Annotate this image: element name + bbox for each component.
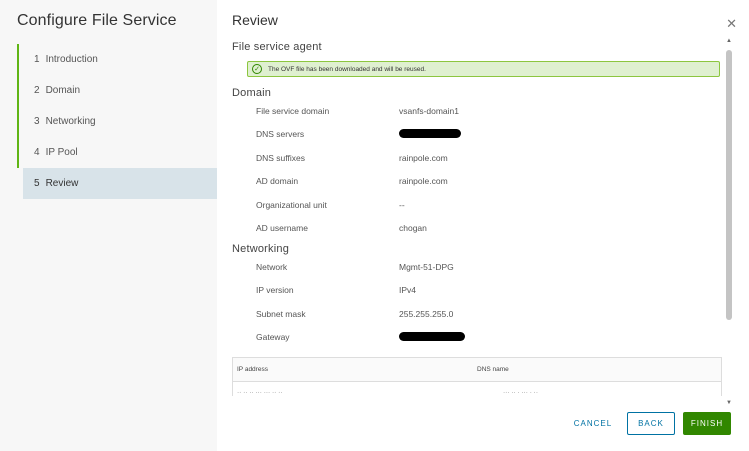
redacted-value [399,331,465,343]
back-button[interactable]: BACK [627,412,675,435]
detail-value: IPv4 [399,285,417,296]
detail-row: Network Mgmt-51-DPG [232,255,722,279]
detail-label: Gateway [256,332,290,343]
alert-text: The OVF file has been downloaded and wil… [268,65,426,73]
review-panel: Review ✕ File service agent ✓ The OVF fi… [217,0,749,451]
step-number: 2 [34,85,40,96]
step-label: Networking [45,116,96,127]
column-header-dns-name[interactable]: DNS name [477,366,509,373]
detail-row: Organizational unit -- [232,193,722,217]
scroll-down-icon[interactable]: ▼ [725,400,733,406]
redacted-value [399,128,461,140]
review-content[interactable]: File service agent ✓ The OVF file has be… [232,38,722,406]
detail-value: rainpole.com [399,176,448,187]
step-review[interactable]: 5 Review [23,168,217,199]
detail-label: Organizational unit [256,199,327,210]
detail-row: DNS suffixes rainpole.com [232,146,722,170]
vertical-scrollbar[interactable]: ▲ ▼ [725,38,733,406]
detail-row: IP version IPv4 [232,279,722,303]
finish-button[interactable]: FINISH [683,412,731,435]
section-heading-agent: File service agent [232,41,322,53]
table-row: ·· ·· ·· ··· ··· ·· ·· ··· ·· · ··· · ·· [233,382,721,396]
detail-value: Mgmt-51-DPG [399,261,454,272]
ip-pool-table: IP address DNS name ·· ·· ·· ··· ··· ·· … [232,357,722,396]
table-cell-cutoff: ··· ·· · ··· · ·· [503,389,539,396]
step-number: 1 [34,54,40,65]
detail-value: 255.255.255.0 [399,308,454,319]
wizard-sidebar: Configure File Service 1 Introduction 2 … [0,0,217,451]
detail-value: rainpole.com [399,152,448,163]
detail-label: IP version [256,285,294,296]
detail-row: DNS servers [232,123,722,147]
scrollbar-thumb[interactable] [726,50,732,320]
step-domain[interactable]: 2 Domain [17,75,217,106]
detail-label: AD domain [256,176,299,187]
step-label: Introduction [45,54,98,65]
step-label: IP Pool [45,147,78,158]
detail-row: File service domain vsanfs-domain1 [232,99,722,123]
detail-label: Subnet mask [256,308,306,319]
section-heading-networking: Networking [232,243,290,255]
success-alert: ✓ The OVF file has been downloaded and w… [247,61,720,77]
table-header: IP address DNS name [233,358,721,382]
detail-value: -- [399,199,405,210]
check-circle-icon: ✓ [252,64,262,74]
detail-row: Subnet mask 255.255.255.0 [232,302,722,326]
cancel-button[interactable]: CANCEL [567,412,619,435]
wizard-footer: CANCEL BACK FINISH [567,412,731,435]
detail-label: Network [256,261,288,272]
step-number: 4 [34,147,40,158]
detail-label: DNS suffixes [256,152,305,163]
step-number: 5 [34,178,40,189]
step-ip-pool[interactable]: 4 IP Pool [17,137,217,168]
step-number: 3 [34,116,40,127]
detail-row: AD domain rainpole.com [232,170,722,194]
table-cell-cutoff: ·· ·· ·· ··· ··· ·· ·· [237,389,283,396]
detail-label: DNS servers [256,129,305,140]
step-label: Review [45,178,79,189]
detail-value: chogan [399,223,427,234]
column-header-ip-address[interactable]: IP address [233,366,477,373]
close-icon[interactable]: ✕ [726,16,737,32]
page-title: Review [232,12,278,28]
detail-label: AD username [256,223,308,234]
detail-value: vsanfs-domain1 [399,105,460,116]
wizard-title: Configure File Service [17,12,177,29]
step-networking[interactable]: 3 Networking [17,106,217,137]
scroll-up-icon[interactable]: ▲ [725,38,733,44]
step-label: Domain [45,85,81,96]
section-heading-domain: Domain [232,87,272,99]
detail-label: File service domain [256,105,330,116]
step-introduction[interactable]: 1 Introduction [17,44,217,75]
detail-row: AD username chogan [232,217,722,241]
wizard-steps: 1 Introduction 2 Domain 3 Networking 4 I… [17,44,217,199]
detail-row: Gateway [232,326,722,350]
